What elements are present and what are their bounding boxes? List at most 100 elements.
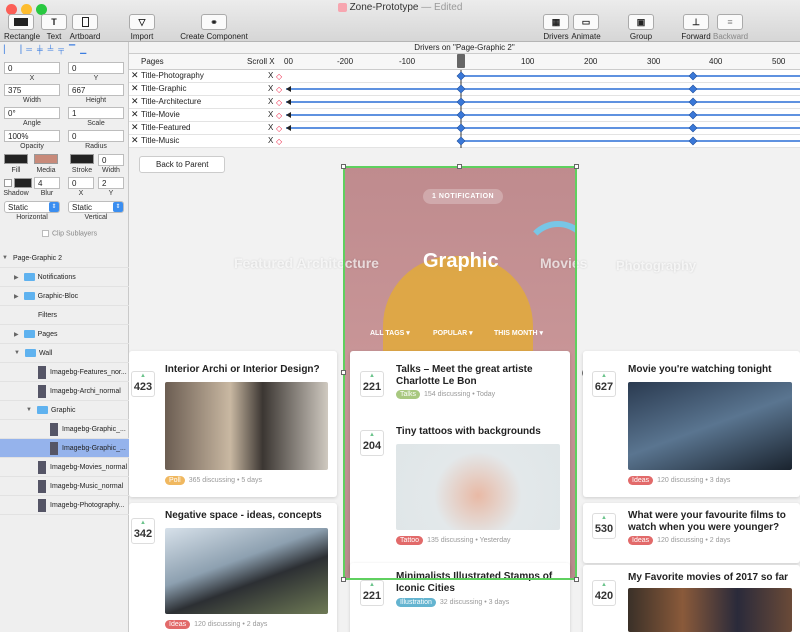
- import-tool[interactable]: ▽ Import: [127, 14, 157, 41]
- forward-label: Forward: [681, 32, 711, 41]
- resize-handle[interactable]: [341, 370, 346, 375]
- text-tool[interactable]: T Text: [41, 14, 67, 41]
- resize-handle[interactable]: [574, 577, 579, 582]
- select-arrow-icon: ⇕: [113, 202, 123, 212]
- resize-handle[interactable]: [341, 577, 346, 582]
- layer-row[interactable]: ▼ Wall: [0, 344, 129, 363]
- layer-label: Graphic-Bloc: [37, 292, 79, 300]
- drivers-tool[interactable]: ▦ Drivers: [542, 14, 570, 41]
- horizontal-select[interactable]: Static ⇕: [4, 201, 60, 213]
- back-to-parent-button[interactable]: Back to Parent: [139, 156, 226, 173]
- card-title[interactable]: Movie you're watching tonight: [628, 364, 798, 376]
- layer-label: Imagebg-Graphic_...: [62, 444, 126, 452]
- width-field[interactable]: 375: [4, 84, 60, 96]
- layer-row[interactable]: Imagebg-Graphic_...: [0, 439, 129, 458]
- artboard-icon: [72, 14, 98, 30]
- layer-row[interactable]: Imagebg-Photography...: [0, 496, 129, 515]
- tag-badge[interactable]: Poll: [165, 476, 185, 485]
- angle-label: Angle: [23, 120, 41, 127]
- disclosure-open-icon[interactable]: ▼: [2, 255, 8, 261]
- vote-box[interactable]: ▲ 221: [360, 580, 384, 606]
- card-title[interactable]: What were your favourite films to watch …: [628, 510, 798, 534]
- window-title: Zone-Prototype — Edited: [0, 2, 800, 13]
- rectangle-tool[interactable]: Rectangle: [4, 14, 40, 41]
- height-field[interactable]: 667: [68, 84, 124, 96]
- window-toolbar: Zone-Prototype — Edited Rectangle T Text …: [0, 0, 800, 42]
- opacity-field[interactable]: 100%: [4, 130, 60, 142]
- design-canvas[interactable]: Back to Parent ▲ 423 Interior Archi or In…: [129, 148, 800, 632]
- tag-badge[interactable]: Ideas: [628, 476, 654, 485]
- discussing-count: 120 discussing: [657, 477, 704, 484]
- vote-box[interactable]: ▲ 423: [131, 371, 155, 397]
- layer-row[interactable]: ▶ Pages: [0, 325, 129, 344]
- clip-checkbox[interactable]: [42, 230, 49, 237]
- vote-box[interactable]: ▲ 342: [131, 518, 155, 544]
- blur-field[interactable]: 4: [34, 177, 60, 189]
- layer-row[interactable]: ▶ Graphic-Bloc: [0, 287, 129, 306]
- resize-handle[interactable]: [457, 164, 462, 169]
- radius-field[interactable]: 0: [68, 130, 124, 142]
- card-title[interactable]: My Favorite movies of 2017 so far: [628, 572, 798, 584]
- align-toolbar[interactable]: ▏▕═╪╧╤▔▁: [4, 45, 124, 55]
- fill-swatch[interactable]: [4, 154, 28, 164]
- vote-box[interactable]: ▲ 627: [592, 371, 616, 397]
- media-swatch[interactable]: [34, 154, 58, 164]
- shadow-x-field[interactable]: 0: [68, 177, 94, 189]
- layer-label: Imagebg-Graphic_...: [62, 425, 126, 433]
- forward-tool[interactable]: ⊥ Forward: [681, 14, 711, 41]
- disclosure-closed-icon[interactable]: ▶: [14, 274, 19, 281]
- artboard-tool[interactable]: Artboard: [68, 14, 102, 41]
- backward-tool[interactable]: ≡ Backward: [713, 14, 748, 41]
- resize-handle[interactable]: [574, 164, 579, 169]
- layer-row[interactable]: ▶ Notifications: [0, 268, 129, 287]
- tag-badge[interactable]: Ideas: [628, 536, 654, 545]
- tag-badge[interactable]: Illustration: [396, 598, 436, 607]
- layer-row[interactable]: Filters: [0, 306, 129, 325]
- shadow-y-field[interactable]: 2: [98, 177, 124, 189]
- layer-row[interactable]: Imagebg-Features_nor...: [0, 363, 129, 382]
- group-tool[interactable]: ▣ Group: [627, 14, 655, 41]
- layer-row[interactable]: Imagebg-Graphic_...: [0, 420, 129, 439]
- layer-row[interactable]: Imagebg-Movies_normal: [0, 458, 129, 477]
- stroke-swatch[interactable]: [70, 154, 94, 164]
- disclosure-open-icon[interactable]: ▼: [26, 407, 32, 413]
- selection-outline[interactable]: [343, 166, 577, 580]
- stroke-width-field[interactable]: 0: [98, 154, 124, 166]
- vertical-select[interactable]: Static ⇕: [68, 201, 124, 213]
- upvote-icon: ▲: [369, 582, 375, 588]
- disclosure-closed-icon[interactable]: ▶: [14, 331, 19, 338]
- layer-label: Filters: [38, 311, 58, 319]
- folder-icon: [23, 273, 35, 281]
- angle-field[interactable]: 0°: [4, 107, 60, 119]
- pages-column-label: Pages: [141, 57, 164, 66]
- layer-label: Imagebg-Features_nor...: [50, 368, 127, 376]
- vote-box[interactable]: ▲ 420: [592, 580, 616, 606]
- edited-status: — Edited: [421, 2, 463, 13]
- upvote-icon: ▲: [140, 373, 146, 379]
- timeline-tracks: [286, 70, 800, 148]
- card-title[interactable]: Negative space - ideas, concepts: [165, 510, 333, 522]
- scale-field[interactable]: 1: [68, 107, 124, 119]
- x-field[interactable]: 0: [4, 62, 60, 74]
- create-component-tool[interactable]: ⚭ Create Component: [180, 14, 248, 41]
- layer-row[interactable]: Imagebg-Music_normal: [0, 477, 129, 496]
- playhead[interactable]: [457, 54, 465, 68]
- animate-icon: ▭: [573, 14, 599, 30]
- shadow-swatch[interactable]: [14, 178, 32, 188]
- animate-label: Animate: [571, 32, 601, 41]
- layer-row[interactable]: ▼ Graphic: [0, 401, 129, 420]
- disclosure-closed-icon[interactable]: ▶: [14, 293, 19, 300]
- clip-sublayers-option[interactable]: Clip Sublayers: [42, 230, 97, 237]
- y-field[interactable]: 0: [68, 62, 124, 74]
- x-label: X: [29, 75, 35, 82]
- radius-label: Radius: [85, 143, 107, 150]
- animate-tool[interactable]: ▭ Animate: [571, 14, 601, 41]
- resize-handle[interactable]: [341, 164, 346, 169]
- tag-badge[interactable]: Ideas: [165, 620, 191, 629]
- layer-row[interactable]: ▼ Page-Graphic 2: [0, 249, 129, 268]
- disclosure-open-icon[interactable]: ▼: [14, 350, 20, 356]
- layer-row[interactable]: Imagebg-Archi_normal: [0, 382, 129, 401]
- vote-box[interactable]: ▲ 530: [592, 513, 616, 539]
- shadow-checkbox[interactable]: [4, 179, 12, 187]
- card-title[interactable]: Interior Archi or Interior Design?: [165, 364, 333, 376]
